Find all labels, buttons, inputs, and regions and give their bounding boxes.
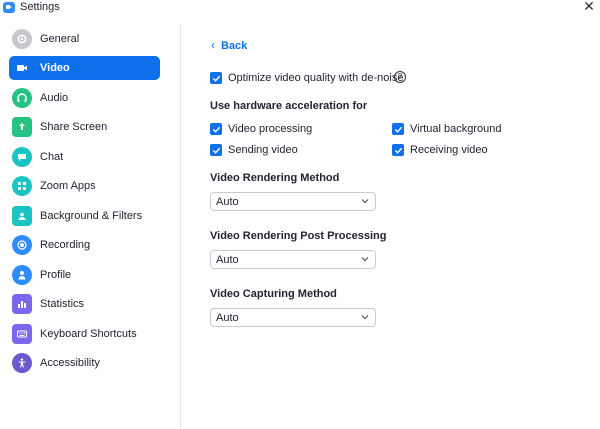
chevron-left-icon: ‹ [211,38,215,52]
checkmark-icon [212,147,220,154]
sidebar-item-label: Share Screen [40,121,108,133]
close-button[interactable]: ✕ [582,0,596,13]
rendering-method-value: Auto [216,196,239,208]
sidebar-item-label: Recording [40,239,91,251]
virtual-background-checkbox-row[interactable]: Virtual background [392,123,542,137]
hw-accel-title: Use hardware acceleration for [210,100,368,112]
statistics-icon [12,294,32,314]
post-processing-value: Auto [216,254,239,266]
sidebar-item-background-filters[interactable]: Background & Filters [9,204,160,228]
virtual-background-label: Virtual background [410,123,502,135]
chevron-down-icon [361,199,369,204]
sidebar-item-zoom-apps[interactable]: Zoom Apps [9,174,160,198]
video-settings-panel: ‹ Back Optimize video quality with de-noi… [182,24,600,429]
back-label: Back [221,40,248,52]
sidebar-item-chat[interactable]: Chat [9,145,160,169]
denoise-checkbox-row[interactable]: Optimize video quality with de-noise ? [210,71,440,86]
sidebar-item-label: General [40,33,80,45]
receiving-video-checkbox[interactable] [392,144,404,156]
sidebar-item-general[interactable]: General [9,27,160,51]
back-button[interactable]: ‹ Back [211,38,247,52]
chevron-down-icon [361,257,369,262]
background-icon [12,206,32,226]
profile-icon [12,265,32,285]
denoise-checkbox[interactable] [210,72,222,84]
apps-icon [12,176,32,196]
sidebar-item-profile[interactable]: Profile [9,263,160,287]
sidebar-item-label: Background & Filters [40,210,143,222]
sidebar-item-label: Chat [40,151,64,163]
sending-video-label: Sending video [228,144,298,156]
receiving-video-label: Receiving video [410,144,488,156]
checkmark-icon [394,147,402,154]
sidebar-item-recording[interactable]: Recording [9,233,160,257]
sidebar-item-statistics[interactable]: Statistics [9,292,160,316]
sidebar-item-label: Accessibility [40,357,100,369]
sidebar-item-label: Audio [40,92,69,104]
zoom-app-icon [3,2,15,13]
chevron-down-icon [361,315,369,320]
gear-icon [12,29,32,49]
capturing-method-title: Video Capturing Method [210,288,337,300]
chat-icon [12,147,32,167]
sidebar-item-label: Keyboard Shortcuts [40,328,137,340]
capturing-method-select[interactable]: Auto [210,308,376,327]
sidebar-item-label: Video [40,62,70,74]
sidebar-item-label: Statistics [40,298,85,310]
sidebar-item-video[interactable]: Video [9,56,160,80]
accessibility-icon [12,353,32,373]
keyboard-icon [12,324,32,344]
sidebar-item-audio[interactable]: Audio [9,86,160,110]
title-bar: Settings ✕ [0,0,600,16]
rendering-method-select[interactable]: Auto [210,192,376,211]
rendering-method-title: Video Rendering Method [210,172,340,184]
help-icon[interactable]: ? [394,71,406,83]
video-processing-checkbox-row[interactable]: Video processing [210,123,360,137]
checkmark-icon [394,126,402,133]
post-processing-title: Video Rendering Post Processing [210,230,387,242]
sidebar-item-label: Profile [40,269,72,281]
sidebar-item-keyboard-shortcuts[interactable]: Keyboard Shortcuts [9,322,160,346]
denoise-label: Optimize video quality with de-noise [228,72,404,84]
post-processing-select[interactable]: Auto [210,250,376,269]
checkmark-icon [212,75,220,82]
sending-video-checkbox-row[interactable]: Sending video [210,144,360,158]
settings-sidebar: General Video Audio Share Screen Chat Zo… [0,24,181,429]
window-title: Settings [20,1,60,13]
virtual-background-checkbox[interactable] [392,123,404,135]
video-processing-checkbox[interactable] [210,123,222,135]
sending-video-checkbox[interactable] [210,144,222,156]
sidebar-item-accessibility[interactable]: Accessibility [9,351,160,375]
video-camera-icon [12,58,32,78]
record-icon [12,235,32,255]
video-processing-label: Video processing [228,123,313,135]
share-screen-icon [12,117,32,137]
capturing-method-value: Auto [216,312,239,324]
headphones-icon [12,88,32,108]
checkmark-icon [212,126,220,133]
sidebar-item-label: Zoom Apps [40,180,96,192]
sidebar-item-share-screen[interactable]: Share Screen [9,115,160,139]
receiving-video-checkbox-row[interactable]: Receiving video [392,144,542,158]
